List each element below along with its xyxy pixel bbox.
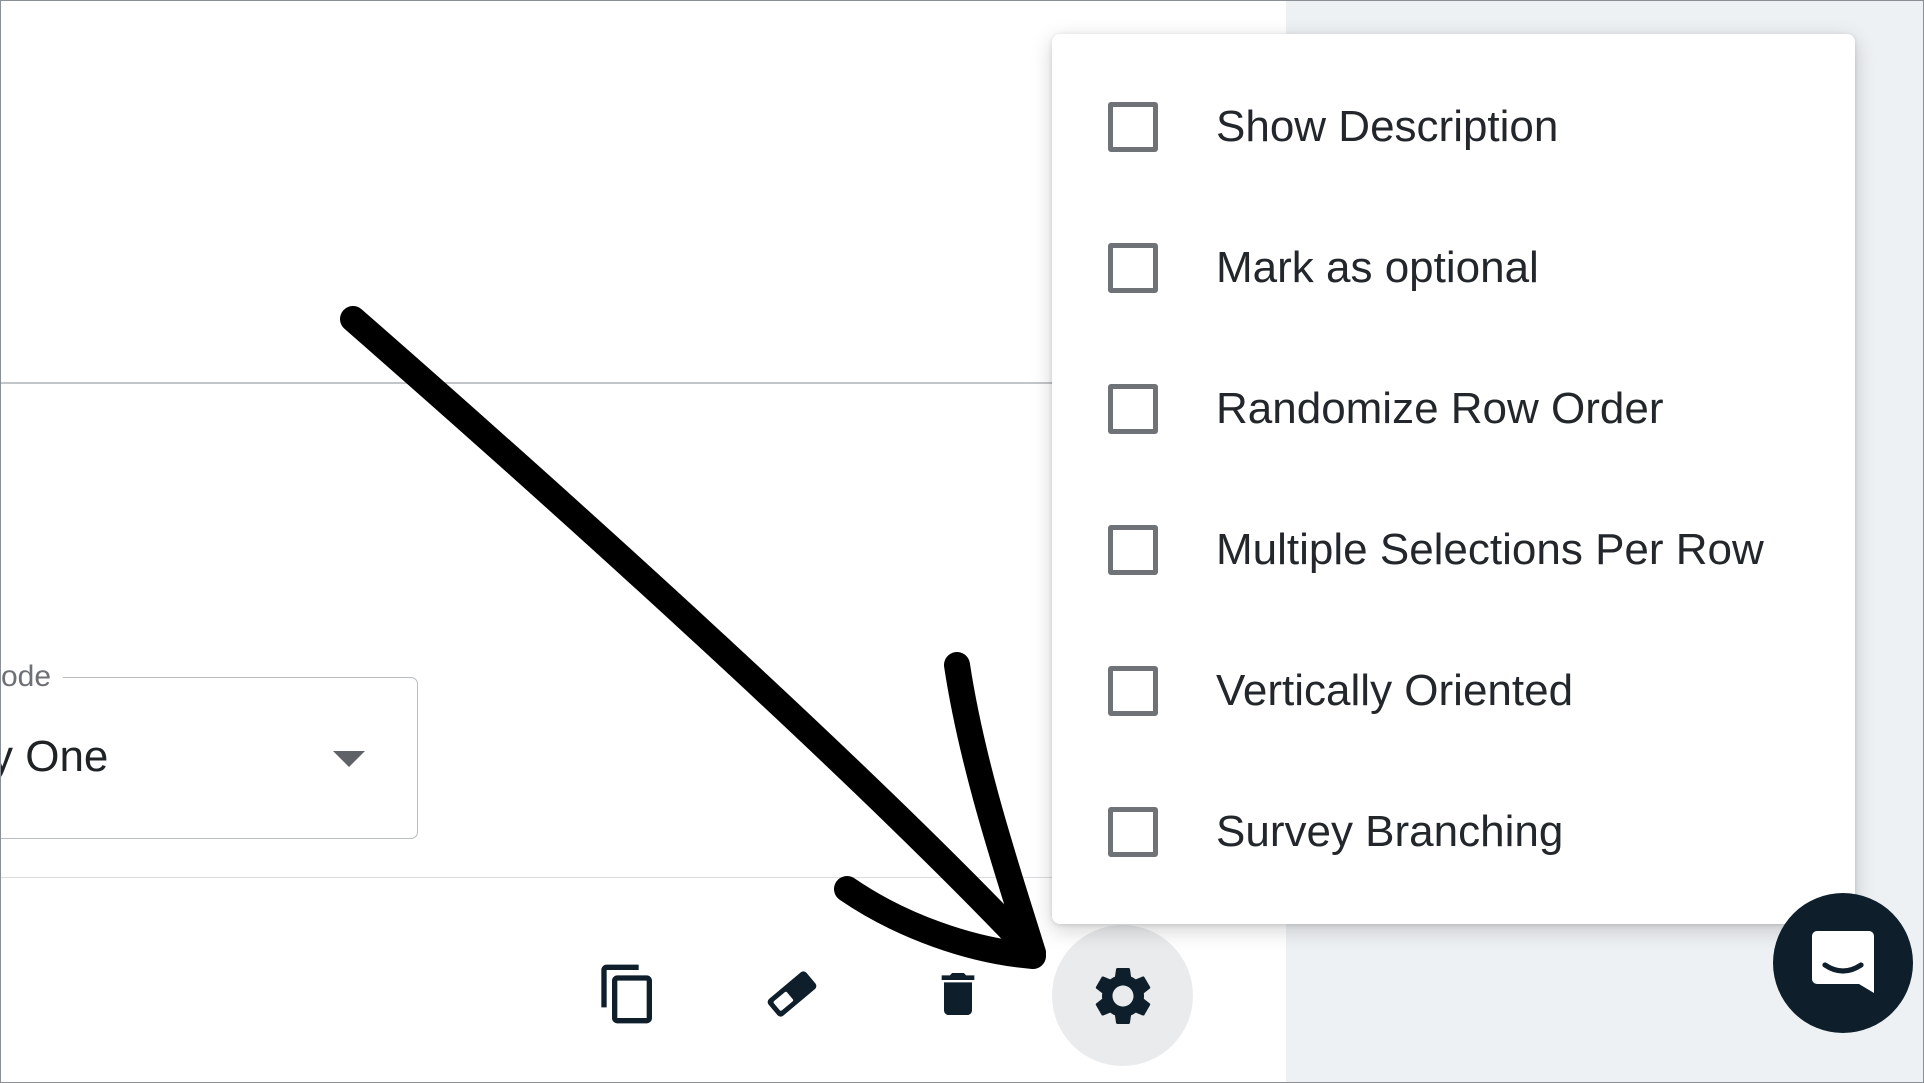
copy-icon xyxy=(601,964,652,1024)
settings-menu: Show Description Mark as optional Random… xyxy=(1052,34,1855,924)
clear-button[interactable] xyxy=(757,959,827,1029)
menu-item-multiple-selections-per-row[interactable]: Multiple Selections Per Row xyxy=(1052,479,1855,620)
chat-icon xyxy=(1812,931,1874,993)
multiple-selections-per-row-checkbox[interactable] xyxy=(1108,524,1158,575)
mode-select-value: y One xyxy=(0,732,109,781)
menu-item-randomize-row-order[interactable]: Randomize Row Order xyxy=(1052,338,1855,479)
menu-item-label: Show Description xyxy=(1216,101,1559,151)
menu-item-label: Multiple Selections Per Row xyxy=(1216,524,1764,574)
menu-item-mark-as-optional[interactable]: Mark as optional xyxy=(1052,197,1855,338)
section-divider xyxy=(1,382,1101,384)
menu-item-label: Vertically Oriented xyxy=(1216,665,1574,715)
menu-item-show-description[interactable]: Show Description xyxy=(1052,56,1855,197)
randomize-row-order-checkbox[interactable] xyxy=(1108,383,1158,434)
duplicate-button[interactable] xyxy=(593,959,663,1029)
mark-as-optional-checkbox[interactable] xyxy=(1108,242,1158,293)
vertically-oriented-checkbox[interactable] xyxy=(1108,665,1158,716)
menu-item-vertically-oriented[interactable]: Vertically Oriented xyxy=(1052,620,1855,761)
survey-branching-checkbox[interactable] xyxy=(1108,806,1158,857)
show-description-checkbox[interactable] xyxy=(1108,101,1158,152)
mode-select-label: ode xyxy=(1,659,64,695)
screenshot-frame: ode y One Show Description Mark as optio… xyxy=(0,0,1924,1083)
delete-button[interactable] xyxy=(923,959,993,1029)
trash-icon xyxy=(941,973,975,1015)
gear-icon xyxy=(1095,967,1150,1024)
menu-item-label: Randomize Row Order xyxy=(1216,383,1664,433)
menu-item-label: Survey Branching xyxy=(1216,806,1564,856)
eraser-icon xyxy=(767,971,817,1017)
caret-down-icon[interactable] xyxy=(333,751,365,767)
settings-button[interactable] xyxy=(1052,925,1193,1066)
chat-launcher-button[interactable] xyxy=(1773,893,1913,1033)
menu-item-label: Mark as optional xyxy=(1216,242,1539,292)
menu-item-survey-branching[interactable]: Survey Branching xyxy=(1052,761,1855,902)
